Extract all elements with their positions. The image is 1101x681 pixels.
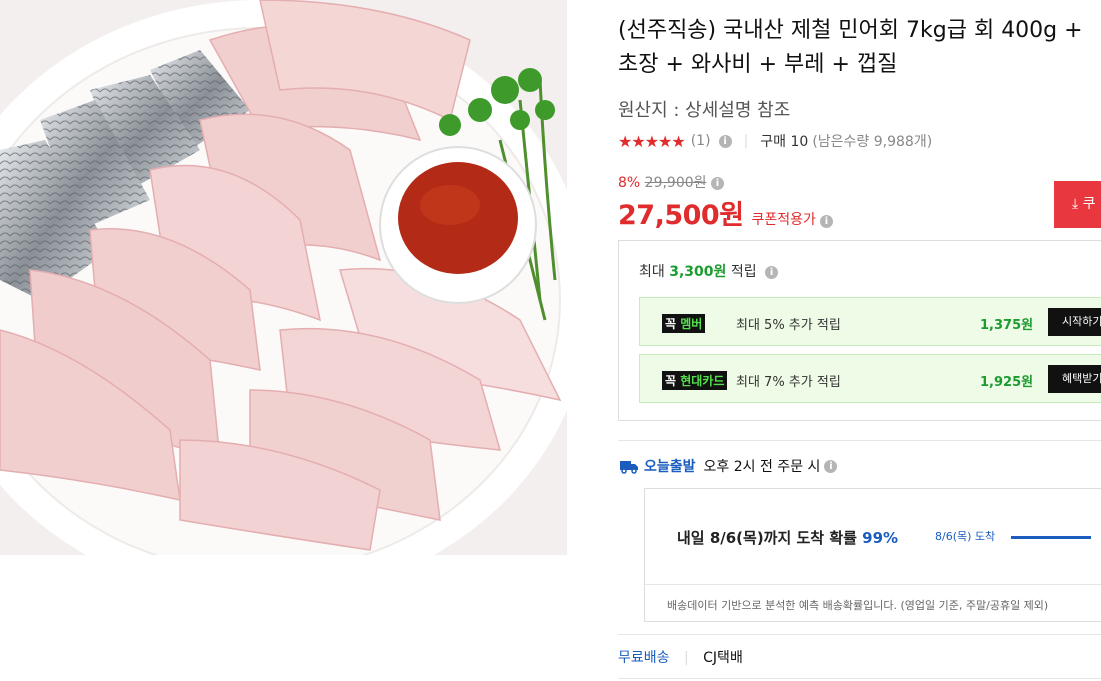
card-badge: 꼭 현대카드 — [662, 371, 728, 390]
truck-icon — [620, 461, 638, 474]
benefit-text: 최대 5% 추가 적립 — [736, 318, 841, 333]
start-member-button[interactable]: 시작하기 — [1048, 308, 1101, 336]
star-rating-icon[interactable]: ★★★★★ — [618, 132, 686, 151]
section-divider — [618, 634, 1101, 635]
reward-box: 최대 3,300원 적립 i 꼭 멤버 최대 5% 추가 적립 1,375원 시… — [618, 240, 1101, 421]
section-divider — [618, 678, 1101, 679]
carrier-name: CJ택배 — [703, 650, 743, 666]
today-shipping-row: 오늘출발 오후 2시 전 주문 시 i — [618, 456, 838, 476]
review-count[interactable]: (1) — [691, 133, 711, 149]
today-shipping-text: 오후 2시 전 주문 시 — [703, 459, 821, 475]
download-icon: ⤓ — [1072, 196, 1079, 212]
original-price: 29,900원 — [644, 175, 707, 191]
badge-name: 멤버 — [680, 317, 703, 331]
coupon-info-icon[interactable]: i — [819, 215, 833, 228]
coupon-download-button[interactable]: ⤓ 쿠 — [1054, 181, 1101, 228]
discount-rate: 8% — [618, 175, 641, 191]
purchase-count: 구매 10 — [760, 134, 809, 150]
benefit-amount: 1,375원 — [980, 318, 1034, 333]
info-icon[interactable]: i — [718, 134, 732, 148]
benefit-row-card: 꼭 현대카드 최대 7% 추가 적립 1,925원 혜택받기 — [639, 354, 1101, 403]
delivery-note: 배송데이터 기반으로 분석한 예측 배송확률입니다. (영업일 기준, 주말/공… — [667, 599, 1049, 612]
product-image — [0, 0, 567, 555]
arrival-probability: 내일 8/6(목)까지 도착 확률 99% — [677, 527, 898, 548]
today-shipping-label: 오늘출발 — [644, 459, 696, 475]
arrival-probability-bar — [1011, 536, 1091, 539]
divider: | — [683, 650, 689, 666]
arrival-date-small: 8/6(목) 도착 — [935, 530, 996, 543]
coupon-price-label: 쿠폰적용가 — [751, 212, 816, 228]
reward-title-suffix: 적립 — [730, 264, 757, 280]
benefit-text: 최대 7% 추가 적립 — [736, 375, 841, 390]
badge-prefix: 꼭 — [665, 374, 677, 388]
badge-name: 현대카드 — [680, 374, 725, 388]
sale-price: 27,500원 — [618, 200, 744, 231]
benefit-row-member: 꼭 멤버 최대 5% 추가 적립 1,375원 시작하기 — [639, 297, 1101, 346]
badge-prefix: 꼭 — [665, 317, 677, 331]
product-title: (선주직송) 국내산 제철 민어회 7kg급 회 400g + 초장 + 와사비… — [618, 18, 1083, 77]
coupon-button-label: 쿠 — [1082, 196, 1096, 212]
benefit-amount: 1,925원 — [980, 375, 1034, 390]
arrival-percent: 99% — [862, 529, 899, 547]
shipping-fee: 무료배송 — [618, 650, 670, 666]
rating-row: ★★★★★ (1) i | 구매 10 (남은수량 9,988개) — [618, 131, 932, 151]
price-info-icon[interactable]: i — [711, 176, 724, 190]
price-line: 27,500원 쿠폰적용가 i — [618, 193, 833, 232]
delivery-probability-box: 내일 8/6(목)까지 도착 확률 99% 8/6(목) 도착 배송데이터 기반… — [644, 488, 1101, 622]
divider: | — [743, 133, 749, 149]
discount-line: 8% 29,900원 i — [618, 172, 724, 192]
delivery-divider — [645, 584, 1101, 585]
sashimi-plate-image — [0, 0, 567, 555]
member-badge: 꼭 멤버 — [662, 314, 706, 333]
reward-title: 최대 3,300원 적립 i — [639, 261, 779, 281]
section-divider — [618, 440, 1101, 441]
arrival-text: 내일 8/6(목)까지 도착 확률 — [677, 529, 857, 547]
stock-remaining: (남은수량 9,988개) — [812, 134, 933, 150]
reward-title-prefix: 최대 — [639, 264, 665, 280]
product-info-panel: (선주직송) 국내산 제철 민어회 7kg급 회 400g + 초장 + 와사비… — [618, 0, 1101, 681]
reward-info-icon[interactable]: i — [765, 265, 779, 279]
shipping-row: 무료배송 | CJ택배 — [618, 647, 743, 667]
shipping-info-icon[interactable]: i — [824, 459, 838, 473]
reward-title-amount: 3,300원 — [669, 264, 727, 280]
product-origin: 원산지 : 상세설명 참조 — [618, 100, 791, 121]
get-card-benefit-button[interactable]: 혜택받기 — [1048, 365, 1101, 393]
